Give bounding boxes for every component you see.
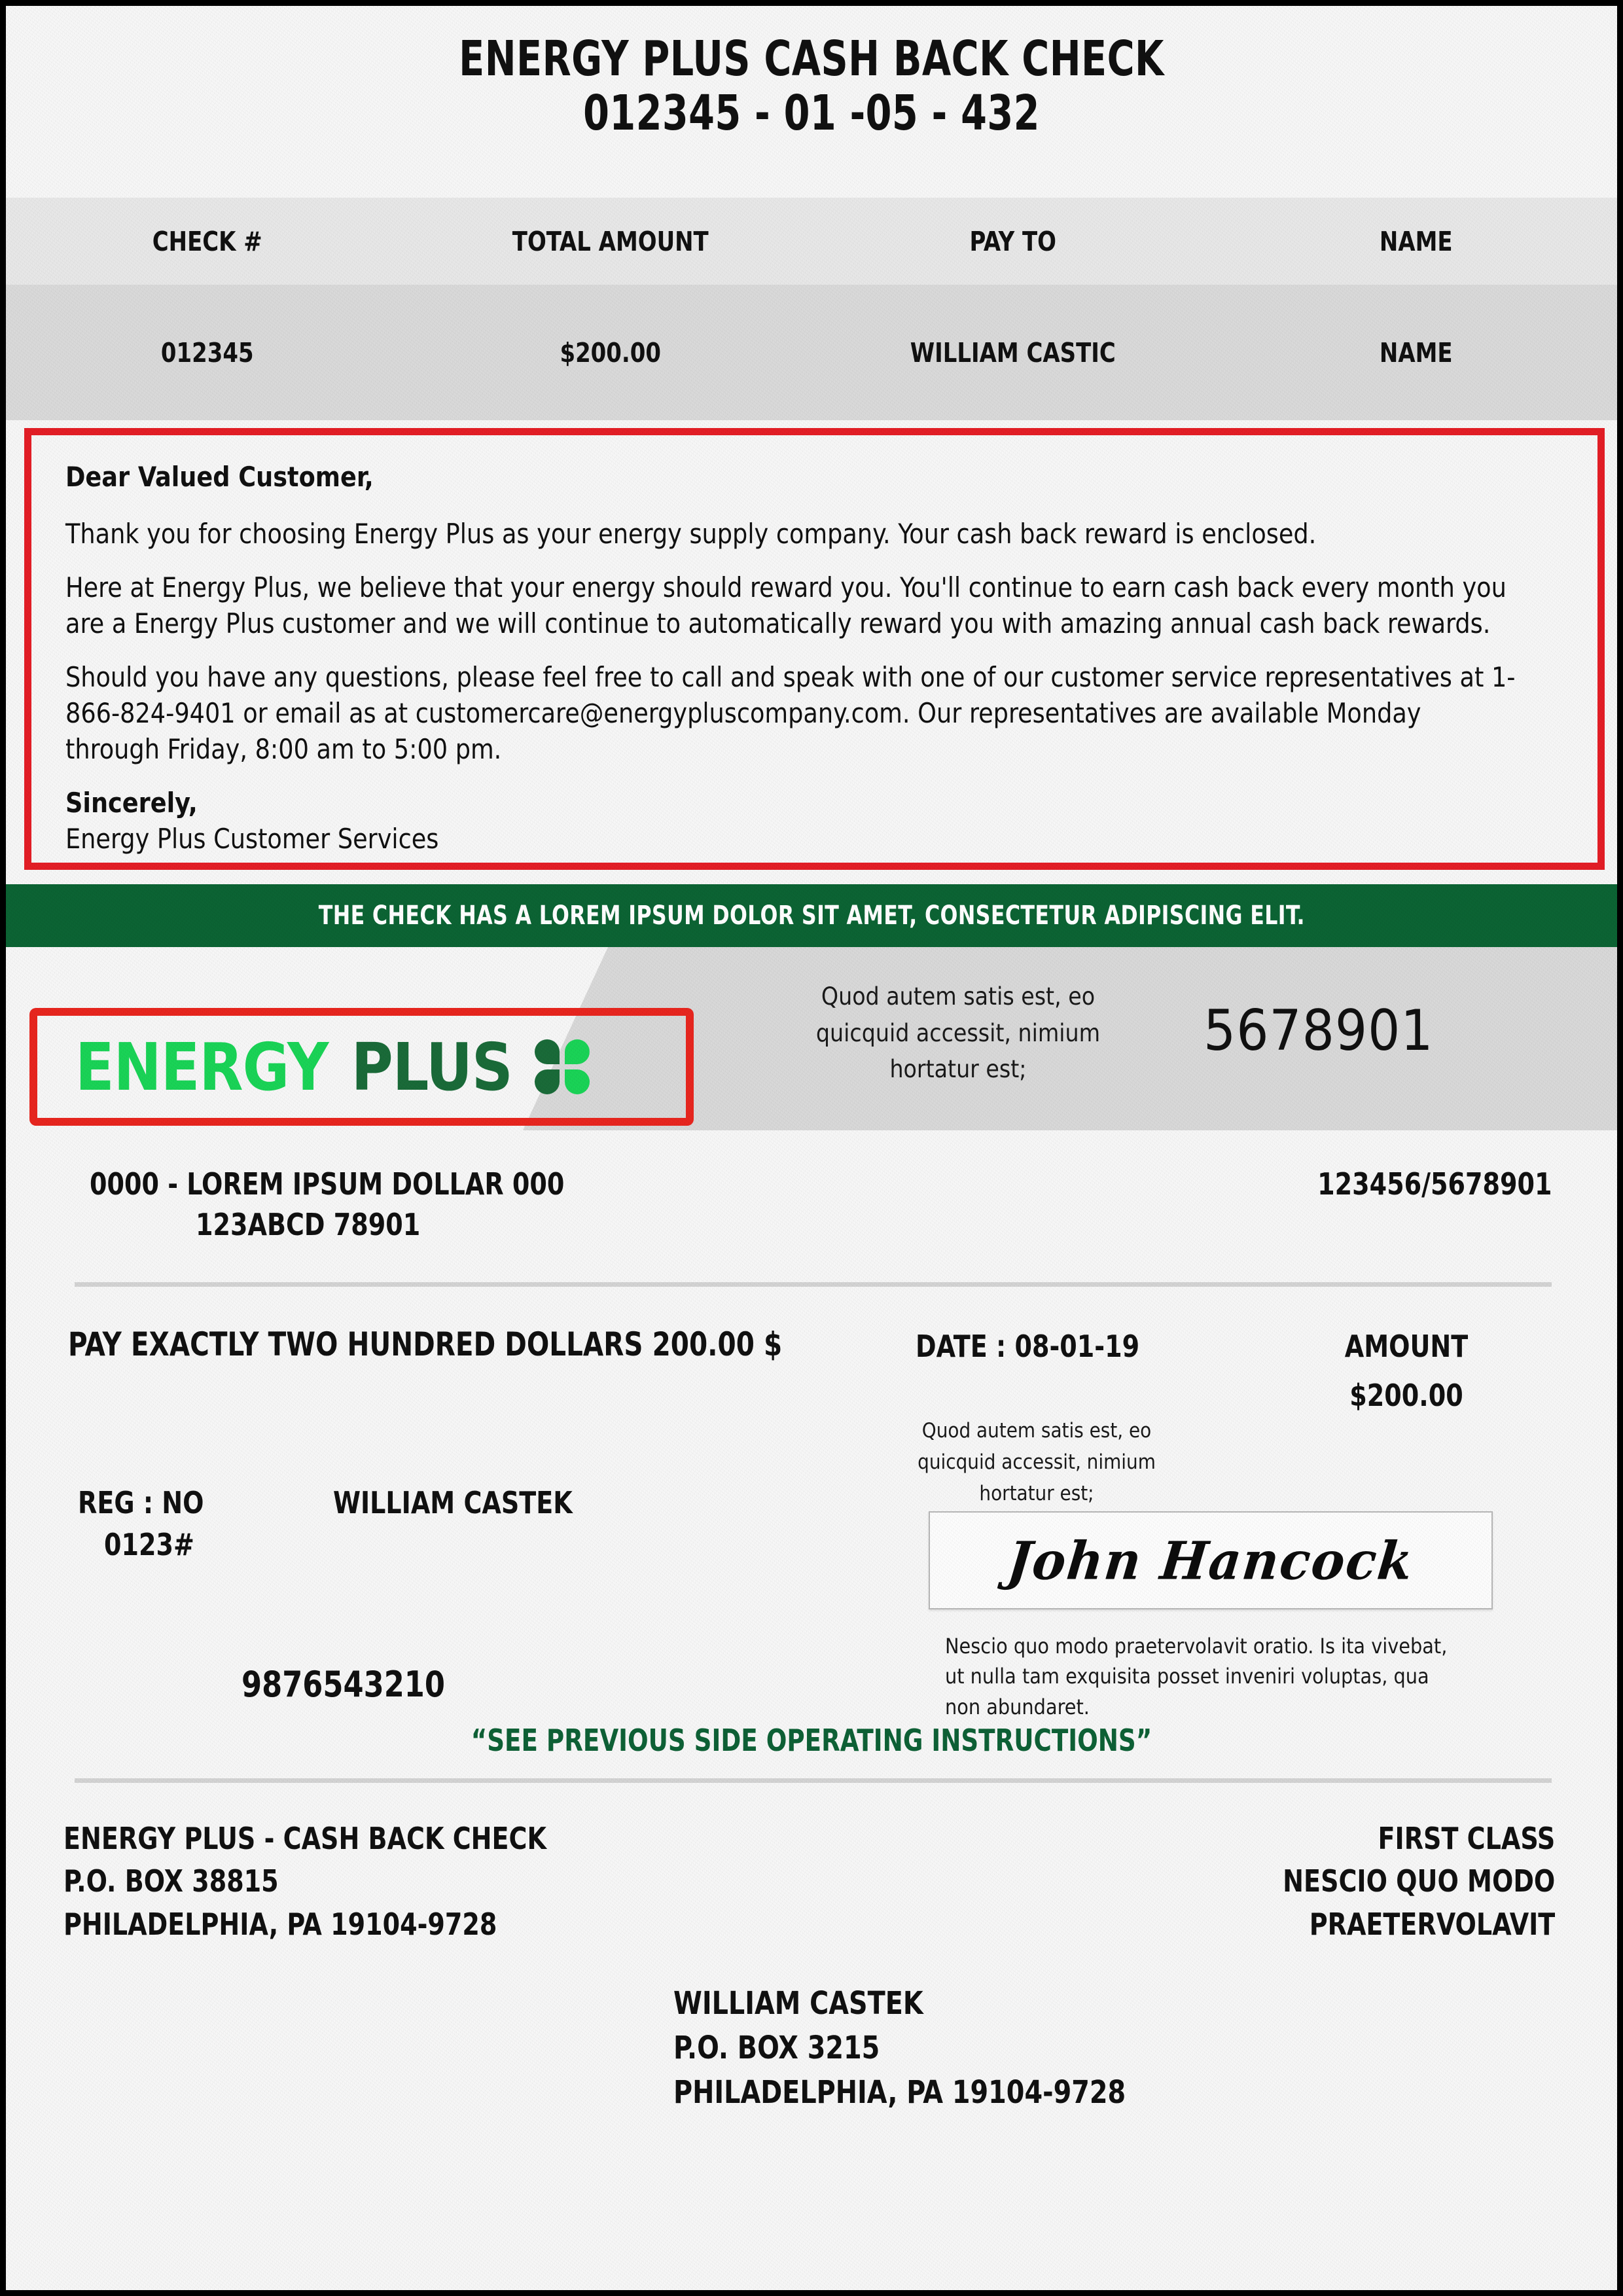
customer-letter-box: Dear Valued Customer, Thank you for choo… <box>24 428 1605 870</box>
account-number: 9876543210 <box>241 1664 445 1705</box>
column-header-pay-to: PAY TO <box>969 225 1056 257</box>
registration-label: REG : NO <box>78 1485 204 1520</box>
logo-word-plus: PLUS <box>351 1028 513 1105</box>
cell-total-amount: $200.00 <box>559 336 661 368</box>
document-reference: 012345 - 01 -05 - 432 <box>583 84 1040 141</box>
column-header-total-amount: TOTAL AMOUNT <box>512 225 709 257</box>
account-line-1: 0000 - LOREM IPSUM DOLLAR 000 <box>90 1166 565 1202</box>
check-number: 5678901 <box>1204 998 1434 1064</box>
signature-note: Nescio quo modo praetervolavit oratio. I… <box>945 1634 1448 1719</box>
notice-banner-text: THE CHECK HAS A LOREM IPSUM DOLOR SIT AM… <box>318 901 1305 931</box>
letter-paragraph-3: Should you have any questions, please fe… <box>65 661 1516 765</box>
amount-label: AMOUNT <box>1344 1329 1469 1364</box>
summary-table-header: CHECK # TOTAL AMOUNT PAY TO NAME <box>6 198 1617 285</box>
payee-name: WILLIAM CASTEK <box>333 1485 573 1520</box>
page-title: ENERGY PLUS CASH BACK CHECK <box>459 31 1164 87</box>
letter-salutation: Dear Valued Customer, <box>65 461 374 493</box>
issuer-address: ENERGY PLUS - CASH BACK CHECK P.O. BOX 3… <box>63 1821 546 1942</box>
letter-paragraph-2: Here at Energy Plus, we believe that you… <box>65 571 1507 639</box>
recipient-address: WILLIAM CASTEK P.O. BOX 3215 PHILADELPHI… <box>673 1985 1126 2111</box>
brand-logo-box: ENERGY PLUS <box>29 1008 694 1126</box>
table-row: 012345 $200.00 WILLIAM CASTIC NAME <box>6 285 1617 420</box>
letter-signer: Energy Plus Customer Services <box>65 822 439 855</box>
notice-banner: THE CHECK HAS A LOREM IPSUM DOLOR SIT AM… <box>6 884 1617 947</box>
document-title-block: ENERGY PLUS CASH BACK CHECK 012345 - 01 … <box>6 32 1617 141</box>
divider-bottom <box>75 1778 1552 1783</box>
check-body: ENERGY PLUS Quod autem satis est, eo qui… <box>6 947 1617 2290</box>
cell-check-number: 012345 <box>160 336 254 368</box>
logo-word-energy: ENERGY <box>75 1028 329 1105</box>
cell-pay-to: WILLIAM CASTIC <box>910 336 1116 368</box>
column-header-check-number: CHECK # <box>152 225 262 257</box>
amount-value: $200.00 <box>1349 1378 1463 1413</box>
check-header-lorem: Quod autem satis est, eo quicquid access… <box>815 982 1101 1083</box>
signature-box: John Hancock <box>929 1511 1493 1609</box>
registration-value: 0123# <box>104 1527 194 1562</box>
account-line-2: 123ABCD 78901 <box>196 1207 421 1242</box>
check-date: DATE : 08-01-19 <box>916 1329 1140 1364</box>
check-middle-lorem: Quod autem satis est, eo quicquid access… <box>918 1419 1156 1506</box>
divider-top <box>75 1282 1552 1287</box>
letter-closing: Sincerely, <box>65 787 198 819</box>
pay-amount-words: PAY EXACTLY TWO HUNDRED DOLLARS 200.00 $ <box>68 1325 783 1363</box>
column-header-name: NAME <box>1379 225 1453 257</box>
routing-number: 123456/5678901 <box>1317 1166 1552 1202</box>
mail-class-block: FIRST CLASS NESCIO QUO MODO PRAETERVOLAV… <box>1282 1821 1555 1942</box>
see-previous-side-notice: “SEE PREVIOUS SIDE OPERATING INSTRUCTION… <box>471 1723 1152 1758</box>
check-document-page: ENERGY PLUS CASH BACK CHECK 012345 - 01 … <box>0 0 1623 2296</box>
signature-text: John Hancock <box>1005 1530 1417 1591</box>
leaf-pinwheel-icon <box>534 1039 590 1094</box>
letter-paragraph-1: Thank you for choosing Energy Plus as yo… <box>65 517 1317 550</box>
cell-name: NAME <box>1379 336 1453 368</box>
